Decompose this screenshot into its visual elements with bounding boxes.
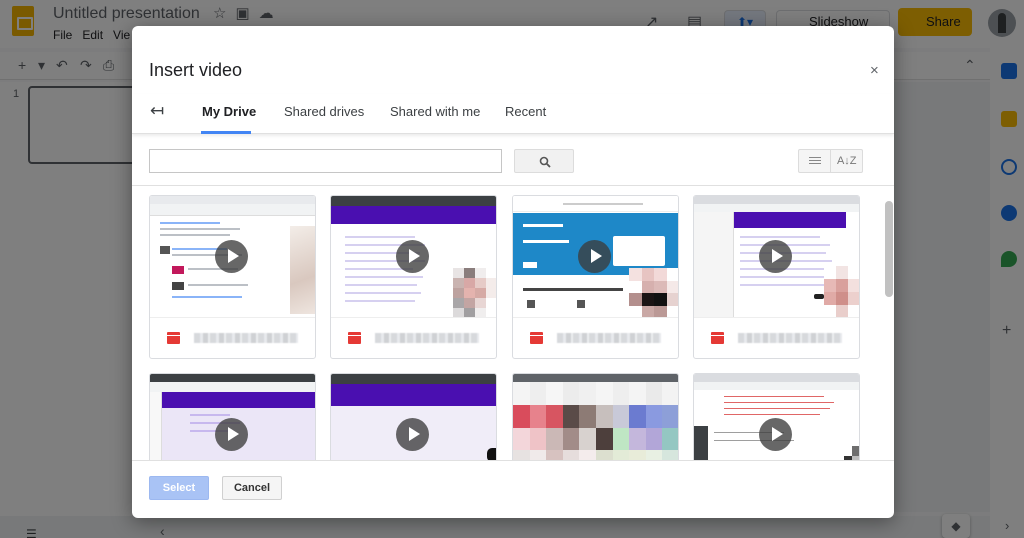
video-card[interactable] — [330, 195, 497, 359]
video-file-icon — [530, 332, 543, 344]
video-thumbnail — [513, 374, 678, 460]
back-arrow-icon[interactable]: ↤ — [150, 101, 164, 121]
cancel-button[interactable]: Cancel — [222, 476, 282, 500]
file-name-redacted — [194, 333, 298, 343]
video-card[interactable] — [330, 373, 497, 460]
video-file-icon — [348, 332, 361, 344]
video-card[interactable] — [512, 373, 679, 460]
video-file-icon — [711, 332, 724, 344]
video-card[interactable] — [512, 195, 679, 359]
video-thumbnail — [331, 196, 496, 318]
view-controls: A↓Z — [798, 149, 863, 173]
video-grid — [132, 186, 886, 460]
sort-button[interactable]: A↓Z — [830, 150, 862, 172]
search-button[interactable] — [514, 149, 574, 173]
tab-recent[interactable]: Recent — [505, 104, 546, 119]
play-icon — [396, 240, 429, 273]
tab-shared-with-me[interactable]: Shared with me — [390, 104, 480, 119]
play-icon — [396, 418, 429, 451]
file-info — [513, 319, 678, 358]
video-card[interactable] — [149, 195, 316, 359]
video-thumbnail — [694, 196, 859, 318]
play-icon — [759, 240, 792, 273]
list-view-button[interactable] — [799, 150, 830, 172]
play-icon — [215, 240, 248, 273]
play-icon — [578, 240, 611, 273]
file-name-redacted — [738, 333, 842, 343]
sort-az-icon: A↓Z — [836, 155, 857, 167]
video-thumbnail — [694, 374, 859, 460]
close-icon[interactable]: × — [870, 62, 879, 79]
video-card[interactable] — [693, 373, 860, 460]
grid-scrollbar[interactable] — [885, 201, 893, 297]
dialog-title: Insert video — [149, 60, 243, 80]
video-card[interactable] — [149, 373, 316, 460]
video-thumbnail — [150, 196, 315, 318]
video-thumbnail — [150, 374, 315, 460]
footer-divider — [132, 460, 894, 461]
select-button[interactable]: Select — [149, 476, 209, 500]
tab-shared-drives[interactable]: Shared drives — [284, 104, 364, 119]
tab-my-drive[interactable]: My Drive — [202, 104, 256, 119]
search-icon — [539, 156, 551, 168]
file-name-redacted — [375, 333, 479, 343]
source-tabs: ↤ My Drive Shared drives Shared with me … — [132, 94, 894, 134]
file-info — [150, 319, 315, 358]
video-card[interactable] — [693, 195, 860, 359]
video-file-icon — [167, 332, 180, 344]
active-tab-indicator — [201, 131, 251, 134]
file-info — [331, 319, 496, 358]
video-thumbnail — [331, 374, 496, 460]
file-name-redacted — [557, 333, 661, 343]
file-info — [694, 319, 859, 358]
search-input[interactable] — [149, 149, 502, 173]
list-view-icon — [808, 156, 821, 166]
play-icon — [215, 418, 248, 451]
play-icon — [759, 418, 792, 451]
video-thumbnail — [513, 196, 678, 318]
insert-video-dialog: Insert video × ↤ My Drive Shared drives … — [132, 26, 894, 518]
